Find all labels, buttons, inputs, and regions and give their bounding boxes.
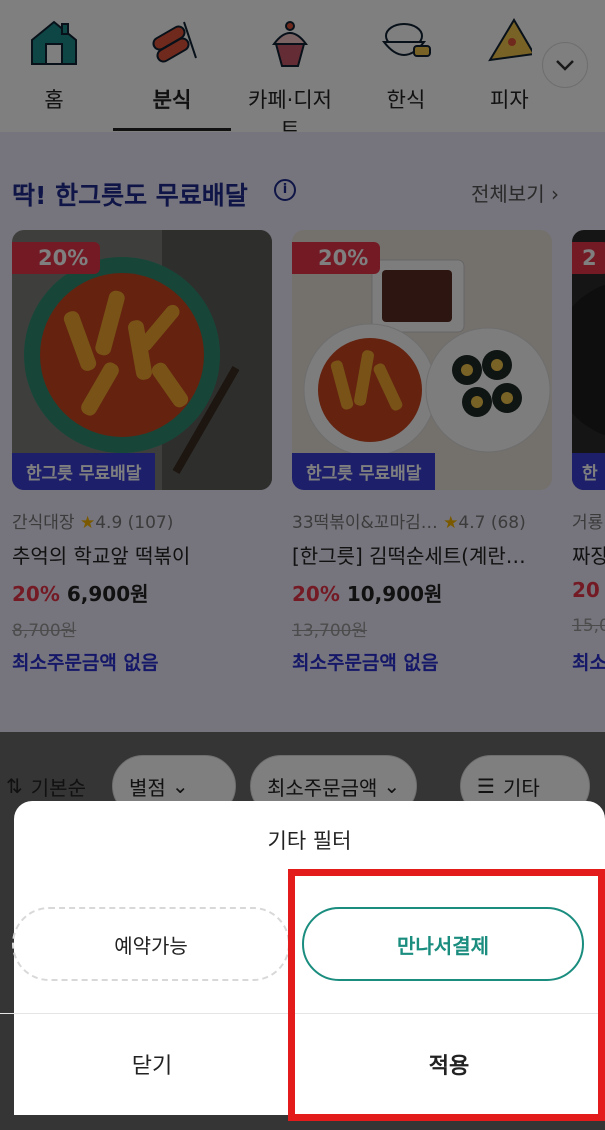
close-button[interactable]: 닫기 [14, 1015, 290, 1113]
highlight-box [288, 869, 605, 1121]
screen: 홈 분식 카페·디저트 한식 [0, 0, 605, 1130]
reservation-option[interactable]: 예약가능 [12, 907, 290, 981]
sheet-title: 기타 필터 [267, 829, 352, 853]
